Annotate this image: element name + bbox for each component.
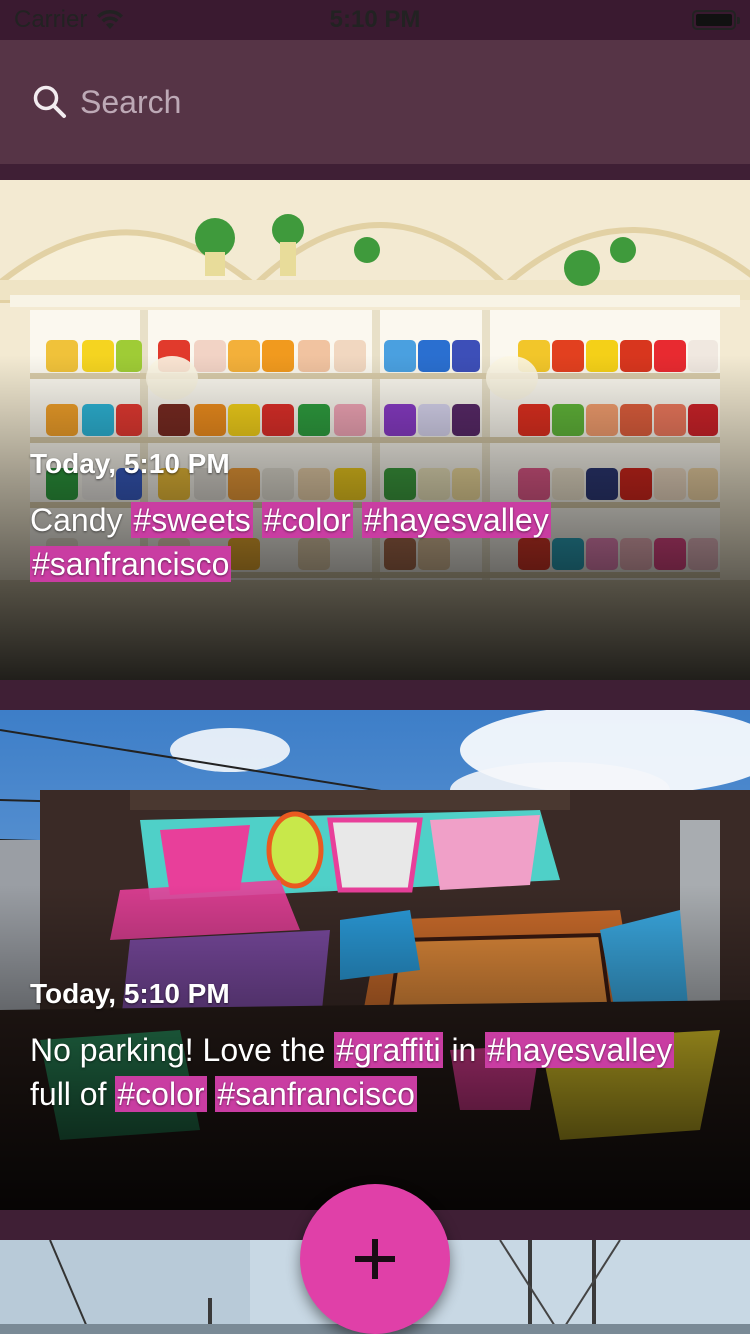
battery-icon [692, 10, 740, 30]
caption-text: full of [30, 1076, 116, 1112]
image-gradient-overlay [0, 180, 750, 680]
post-text: Today, 5:10 PM No parking! Love the #gra… [30, 976, 720, 1116]
hashtag-hayesvalley[interactable]: #hayesvalley [361, 502, 551, 538]
post-date: Today, 5:10 PM [30, 448, 230, 479]
hashtag-sweets[interactable]: #sweets [131, 502, 253, 538]
search-bar [0, 40, 750, 164]
add-post-button[interactable] [300, 1184, 450, 1334]
post-caption: Candy #sweets #color #hayesvalley #sanfr… [30, 498, 720, 586]
search-input[interactable] [80, 78, 700, 126]
post-card[interactable]: Today, 5:10 PM No parking! Love the #gra… [0, 710, 750, 1210]
image-gradient-overlay [0, 710, 750, 1210]
post-caption: No parking! Love the #graffiti in #hayes… [30, 1028, 720, 1116]
caption-text [253, 502, 262, 538]
hashtag-color[interactable]: #color [115, 1076, 207, 1112]
plus-icon [355, 1239, 395, 1279]
hashtag-hayesvalley[interactable]: #hayesvalley [485, 1032, 675, 1068]
post-card[interactable]: Today, 5:10 PM Candy #sweets #color #hay… [0, 180, 750, 680]
search-icon [33, 85, 66, 118]
battery-tip [737, 17, 740, 24]
hashtag-sanfrancisco[interactable]: #sanfrancisco [30, 546, 232, 582]
hashtag-color[interactable]: #color [261, 502, 353, 538]
status-bar: Carrier 5:10 PM [0, 0, 750, 40]
post-text: Today, 5:10 PM Candy #sweets #color #hay… [30, 446, 720, 586]
status-time: 5:10 PM [329, 6, 421, 33]
caption-text: in [442, 1032, 486, 1068]
caption-text: Candy [30, 502, 132, 538]
caption-text: No parking! Love the [30, 1032, 335, 1068]
app-screen: Carrier 5:10 PM Search Today, 5:10 PM Ca… [0, 0, 750, 1334]
caption-text [353, 502, 362, 538]
hashtag-sanfrancisco[interactable]: #sanfrancisco [215, 1076, 417, 1112]
post-date: Today, 5:10 PM [30, 978, 230, 1009]
battery-level [696, 14, 732, 26]
hashtag-graffiti[interactable]: #graffiti [334, 1032, 443, 1068]
